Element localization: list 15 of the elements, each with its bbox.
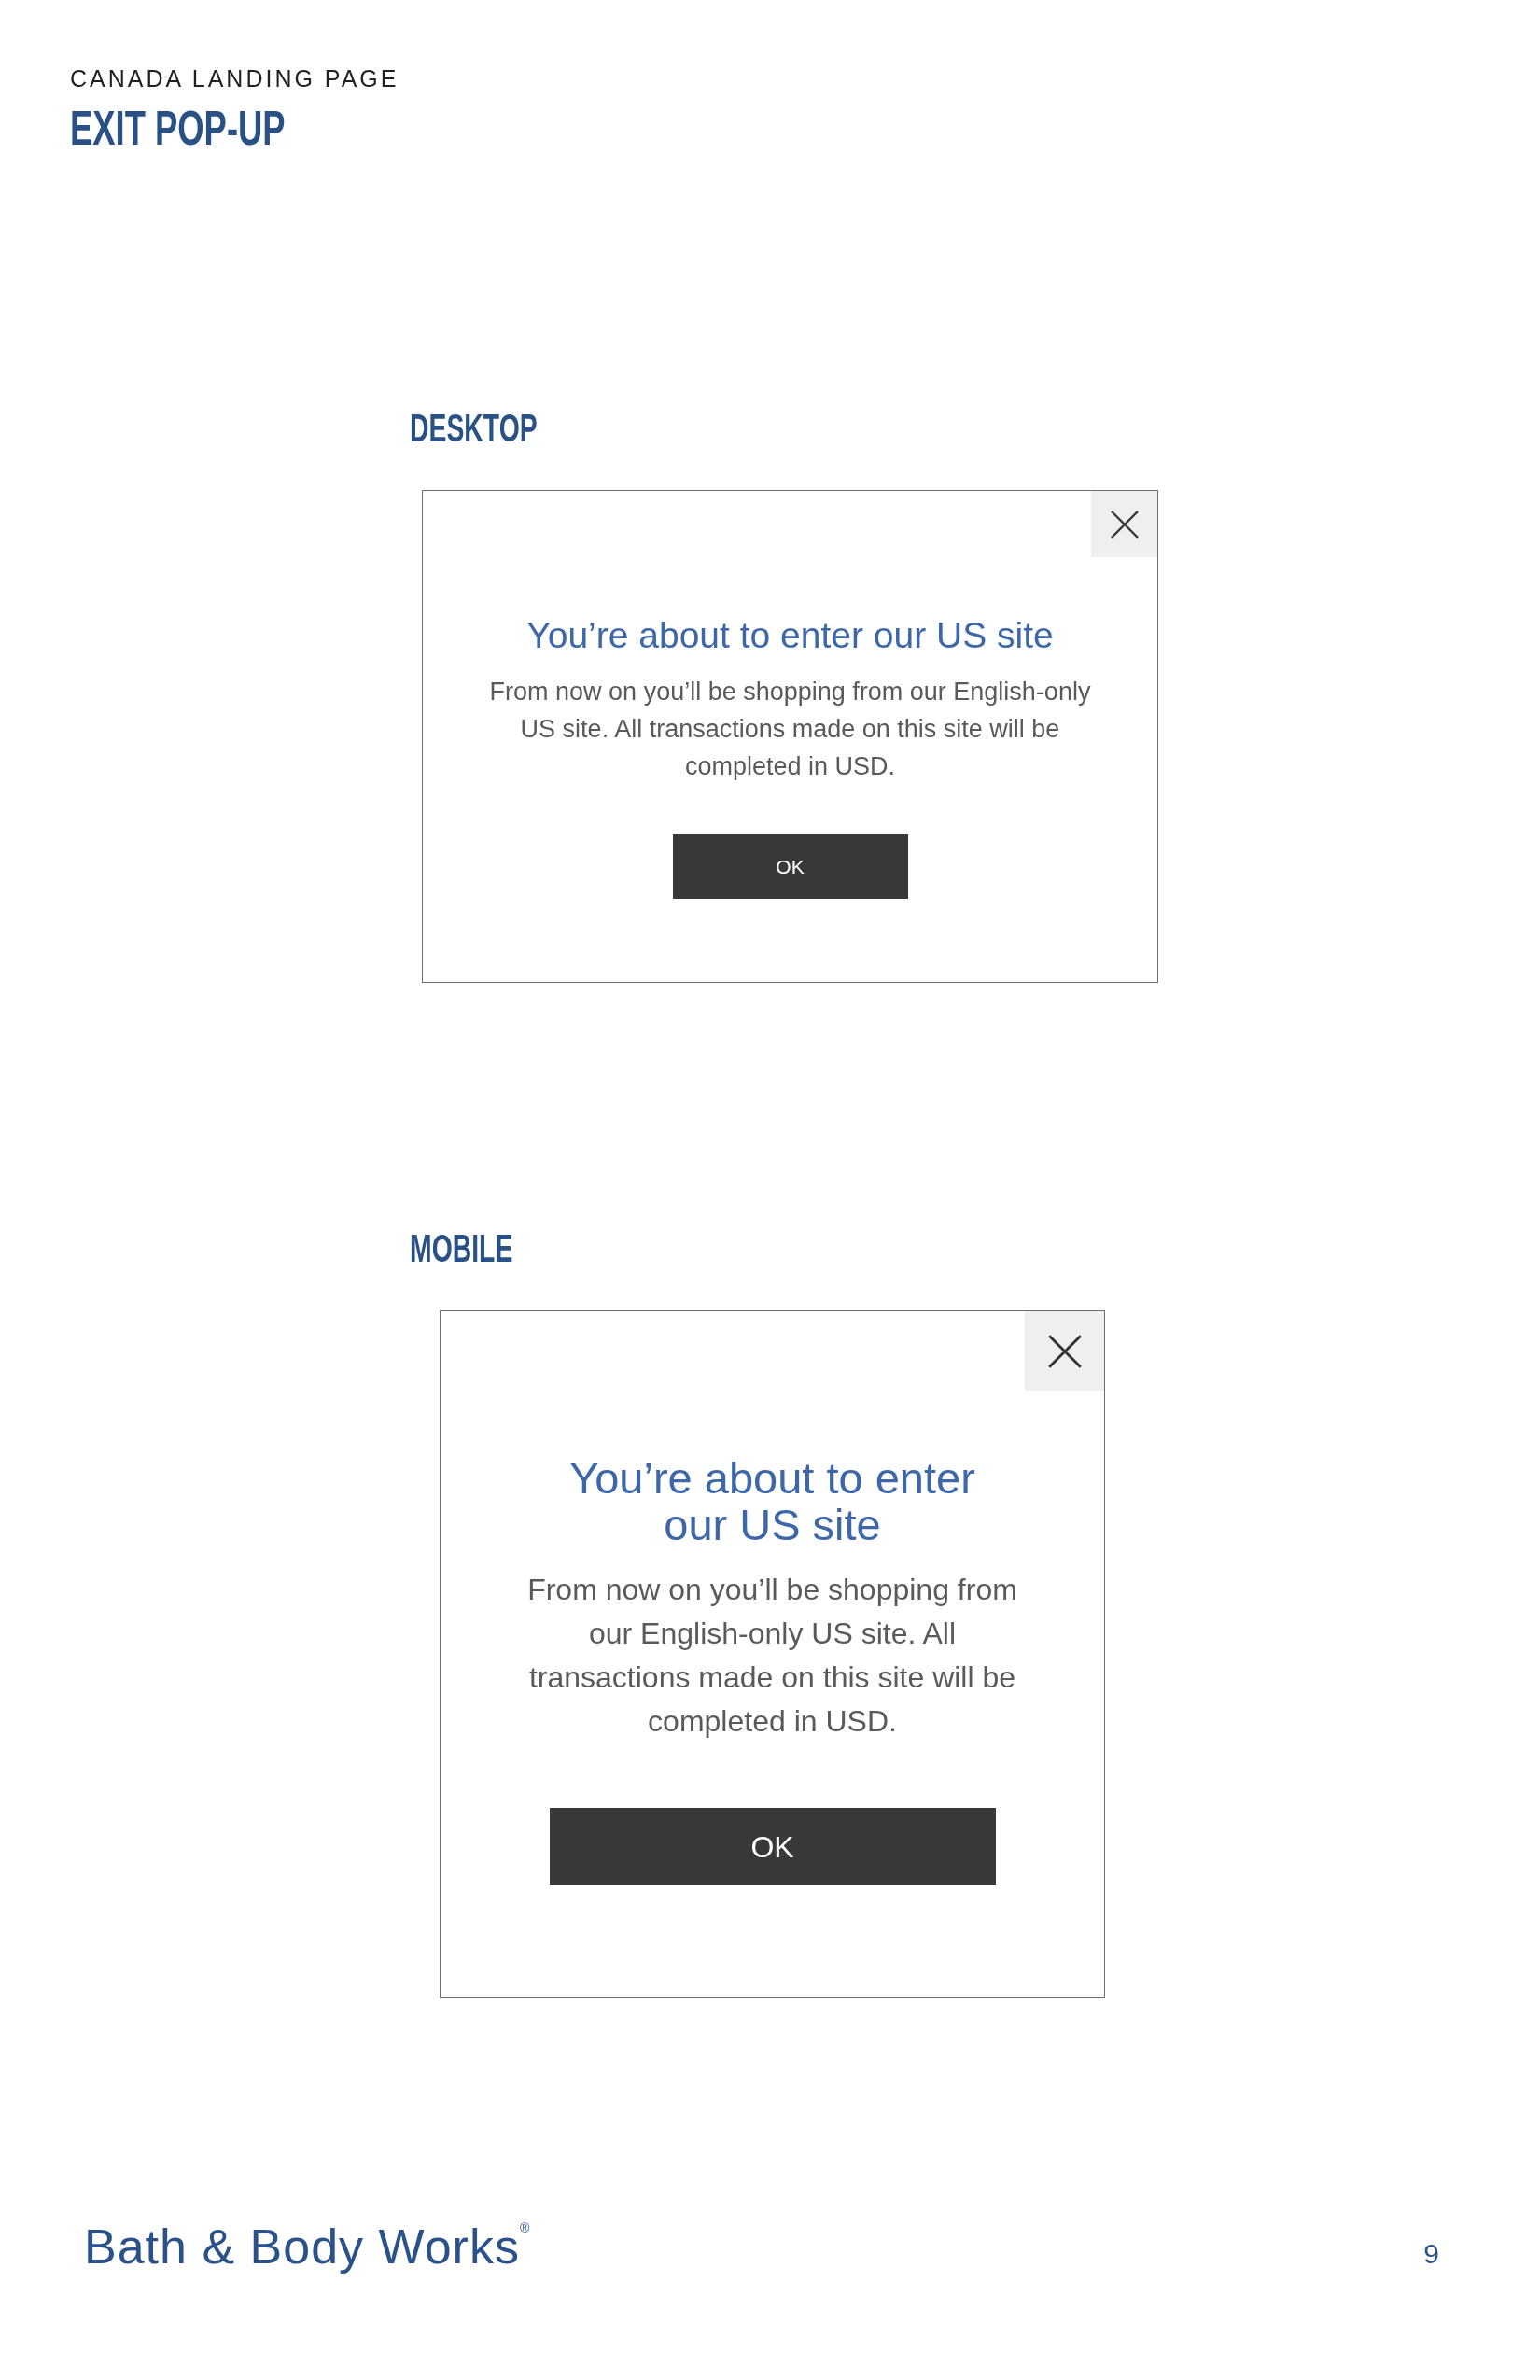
page-title: EXIT POP-UP: [70, 104, 286, 152]
ok-button[interactable]: OK: [672, 834, 908, 899]
popup-title: You’re about to enter our US site: [526, 614, 1054, 657]
popup-message: From now on you’ll be shopping from our English-only US site. All transactions made on this site will be completed in USD.: [526, 1572, 1018, 1740]
close-button[interactable]: [1091, 491, 1157, 557]
ok-button[interactable]: OK: [549, 1808, 996, 1885]
section-label: DESKTOP: [410, 408, 538, 448]
popup-message: From now on you’ll be shopping from our English-only US site. All transactions made on this site will be completed in USD.: [488, 677, 1092, 782]
close-button[interactable]: [1025, 1311, 1104, 1391]
page-eyebrow: CANADA LANDING PAGE: [70, 67, 399, 91]
section-label: MOBILE: [410, 1228, 513, 1268]
close-icon: [1047, 1334, 1082, 1368]
close-icon: [1110, 510, 1139, 539]
page-number: 9: [1423, 2240, 1439, 2268]
popup-title: You’re about to enter our US site: [568, 1455, 976, 1548]
